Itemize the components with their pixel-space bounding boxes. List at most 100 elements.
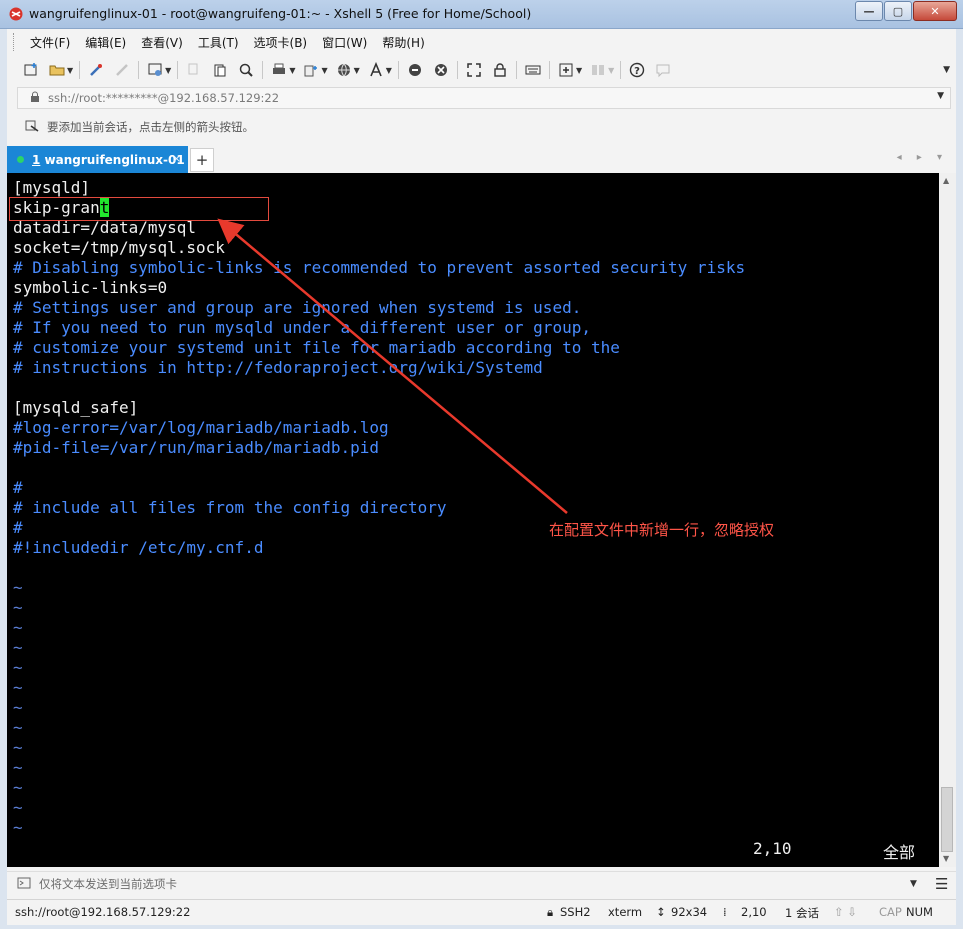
toolbar-separator bbox=[620, 61, 622, 79]
reconnect-icon[interactable] bbox=[86, 60, 106, 80]
keyboard-icon[interactable] bbox=[523, 60, 543, 80]
compose-placeholder[interactable]: 仅将文本发送到当前选项卡 bbox=[39, 876, 177, 892]
menu-bar: 文件(F) 编辑(E) 查看(V) 工具(T) 选项卡(B) 窗口(W) 帮助(… bbox=[7, 29, 956, 55]
scroll-down-icon[interactable]: ▼ bbox=[943, 854, 949, 863]
tab-session-active[interactable]: 1 wangruifenglinux-01 × bbox=[7, 146, 188, 173]
add-pane-dropdown-icon[interactable]: ▼ bbox=[576, 66, 582, 75]
status-num: NUM bbox=[906, 905, 933, 919]
new-session-icon[interactable] bbox=[21, 60, 41, 80]
properties-dropdown-icon[interactable]: ▼ bbox=[165, 66, 171, 75]
layout-dropdown-icon[interactable]: ▼ bbox=[608, 66, 614, 75]
menu-tabs[interactable]: 选项卡(B) bbox=[247, 34, 316, 51]
tab-bar: 1 wangruifenglinux-01 × + ◂ ▸ ▾ bbox=[7, 146, 956, 173]
tab-navigation[interactable]: ◂ ▸ ▾ bbox=[897, 152, 948, 163]
status-cap: CAP bbox=[879, 905, 902, 919]
menu-view[interactable]: 查看(V) bbox=[134, 34, 191, 51]
vim-scope: 全部 bbox=[883, 843, 916, 862]
help-icon[interactable]: ? bbox=[627, 60, 647, 80]
toolbar-separator bbox=[79, 61, 81, 79]
secure-lock-icon bbox=[28, 91, 42, 106]
session-nav-icon[interactable]: ⇧ ⇩ bbox=[834, 905, 857, 919]
open-dropdown-icon[interactable]: ▼ bbox=[67, 66, 73, 75]
compose-bar[interactable]: 仅将文本发送到当前选项卡 ▼ ☰ bbox=[7, 871, 956, 896]
menu-grip[interactable] bbox=[13, 33, 17, 51]
tab-label: 1 wangruifenglinux-01 bbox=[32, 153, 185, 167]
compose-menu-icon[interactable]: ☰ bbox=[935, 875, 948, 893]
menu-edit[interactable]: 编辑(E) bbox=[78, 34, 134, 51]
globe-dropdown-icon[interactable]: ▼ bbox=[354, 66, 360, 75]
fullscreen-icon[interactable] bbox=[464, 60, 484, 80]
resize-icon: ↕ bbox=[656, 905, 666, 919]
compose-dropdown-icon[interactable]: ▼ bbox=[910, 879, 917, 889]
toolbar-separator bbox=[262, 61, 264, 79]
compose-icon[interactable] bbox=[17, 877, 31, 892]
app-frame: 文件(F) 编辑(E) 查看(V) 工具(T) 选项卡(B) 窗口(W) 帮助(… bbox=[7, 29, 956, 925]
toolbar-separator bbox=[456, 61, 458, 79]
minimize-button[interactable]: — bbox=[855, 1, 883, 21]
address-bar[interactable]: ssh://root:*********@192.168.57.129:22 ▼ bbox=[17, 87, 951, 109]
address-dropdown-icon[interactable]: ▼ bbox=[937, 91, 944, 101]
maximize-button[interactable]: ▢ bbox=[884, 1, 912, 21]
tab-close-icon[interactable]: × bbox=[172, 152, 181, 165]
status-terminal-type: xterm bbox=[608, 905, 643, 919]
chat-icon[interactable] bbox=[653, 60, 673, 80]
connected-status-icon bbox=[17, 156, 24, 163]
xmanager-icon[interactable] bbox=[431, 60, 451, 80]
scroll-up-icon[interactable]: ▲ bbox=[943, 176, 949, 185]
add-pane-icon[interactable] bbox=[556, 60, 576, 80]
annotation-text: 在配置文件中新增一行，忽略授权 bbox=[549, 521, 775, 539]
transfer-icon[interactable] bbox=[301, 60, 321, 80]
hint-text: 要添加当前会话，点击左侧的箭头按钮。 bbox=[47, 120, 254, 134]
transfer-dropdown-icon[interactable]: ▼ bbox=[321, 66, 327, 75]
svg-text:?: ? bbox=[634, 66, 640, 77]
toolbar: ▼ ▼ ▼ ▼ ▼ ▼ ▼ ▼ ? ▼ bbox=[7, 57, 956, 83]
toolbar-separator bbox=[548, 61, 550, 79]
scroll-thumb[interactable] bbox=[941, 787, 953, 852]
annotation-arrow bbox=[217, 218, 568, 514]
font-dropdown-icon[interactable]: ▼ bbox=[386, 66, 392, 75]
toolbar-separator bbox=[177, 61, 179, 79]
layout-icon[interactable] bbox=[588, 60, 608, 80]
toolbar-separator bbox=[397, 61, 399, 79]
new-tab-button[interactable]: + bbox=[190, 148, 214, 172]
status-bar: ssh://root@192.168.57.129:22 🔒︎ SSH2 xte… bbox=[7, 899, 956, 924]
cursor-pos-icon: ⁞ bbox=[723, 905, 727, 919]
globe-icon[interactable] bbox=[334, 60, 354, 80]
status-sessions: 1 会话 bbox=[785, 906, 819, 920]
address-value[interactable]: ssh://root:*********@192.168.57.129:22 bbox=[48, 91, 279, 105]
toolbar-separator bbox=[515, 61, 517, 79]
menu-tools[interactable]: 工具(T) bbox=[191, 34, 247, 51]
menu-window[interactable]: 窗口(W) bbox=[315, 34, 375, 51]
terminal-scrollbar[interactable]: ▲ ▼ bbox=[939, 173, 956, 867]
menu-file[interactable]: 文件(F) bbox=[23, 34, 78, 51]
toolbar-overflow-icon[interactable]: ▼ bbox=[943, 65, 950, 75]
tab-title: wangruifenglinux-01 bbox=[44, 152, 185, 167]
status-lock-icon: 🔒︎ bbox=[547, 905, 554, 919]
menu-help[interactable]: 帮助(H) bbox=[375, 34, 432, 51]
copy-icon[interactable] bbox=[184, 60, 204, 80]
properties-icon[interactable] bbox=[145, 60, 165, 80]
lock-icon[interactable] bbox=[490, 60, 510, 80]
window-titlebar[interactable]: wangruifenglinux-01 - root@wangruifeng-0… bbox=[0, 0, 963, 29]
status-cursor: 2,10 bbox=[741, 905, 767, 919]
status-size: 92x34 bbox=[671, 905, 708, 919]
add-session-arrow-icon[interactable] bbox=[25, 119, 41, 136]
paste-icon[interactable] bbox=[210, 60, 230, 80]
disconnect-icon[interactable] bbox=[112, 60, 132, 80]
font-icon[interactable] bbox=[366, 60, 386, 80]
tab-number: 1 bbox=[32, 152, 41, 167]
find-icon[interactable] bbox=[236, 60, 256, 80]
status-connection: ssh://root@192.168.57.129:22 bbox=[15, 905, 191, 919]
session-hint-bar: 要添加当前会话，点击左侧的箭头按钮。 bbox=[17, 117, 949, 137]
xshell-logo-icon bbox=[9, 7, 23, 21]
status-protocol: SSH2 bbox=[560, 905, 591, 919]
vim-cursor-position: 2,10 bbox=[753, 839, 792, 858]
print-icon[interactable] bbox=[269, 60, 289, 80]
open-folder-icon[interactable] bbox=[47, 60, 67, 80]
terminal-pane[interactable]: ~ ~ ~ ~ ~ ~ ~ ~ ~ ~ ~ ~ ~ #!includedir /etc/my.cnf.d #… bbox=[7, 173, 939, 867]
toolbar-separator bbox=[138, 61, 140, 79]
window-title: wangruifenglinux-01 - root@wangruifeng-0… bbox=[29, 6, 532, 21]
print-dropdown-icon[interactable]: ▼ bbox=[289, 66, 295, 75]
xftp-icon[interactable] bbox=[405, 60, 425, 80]
close-button[interactable]: ✕ bbox=[913, 1, 957, 21]
